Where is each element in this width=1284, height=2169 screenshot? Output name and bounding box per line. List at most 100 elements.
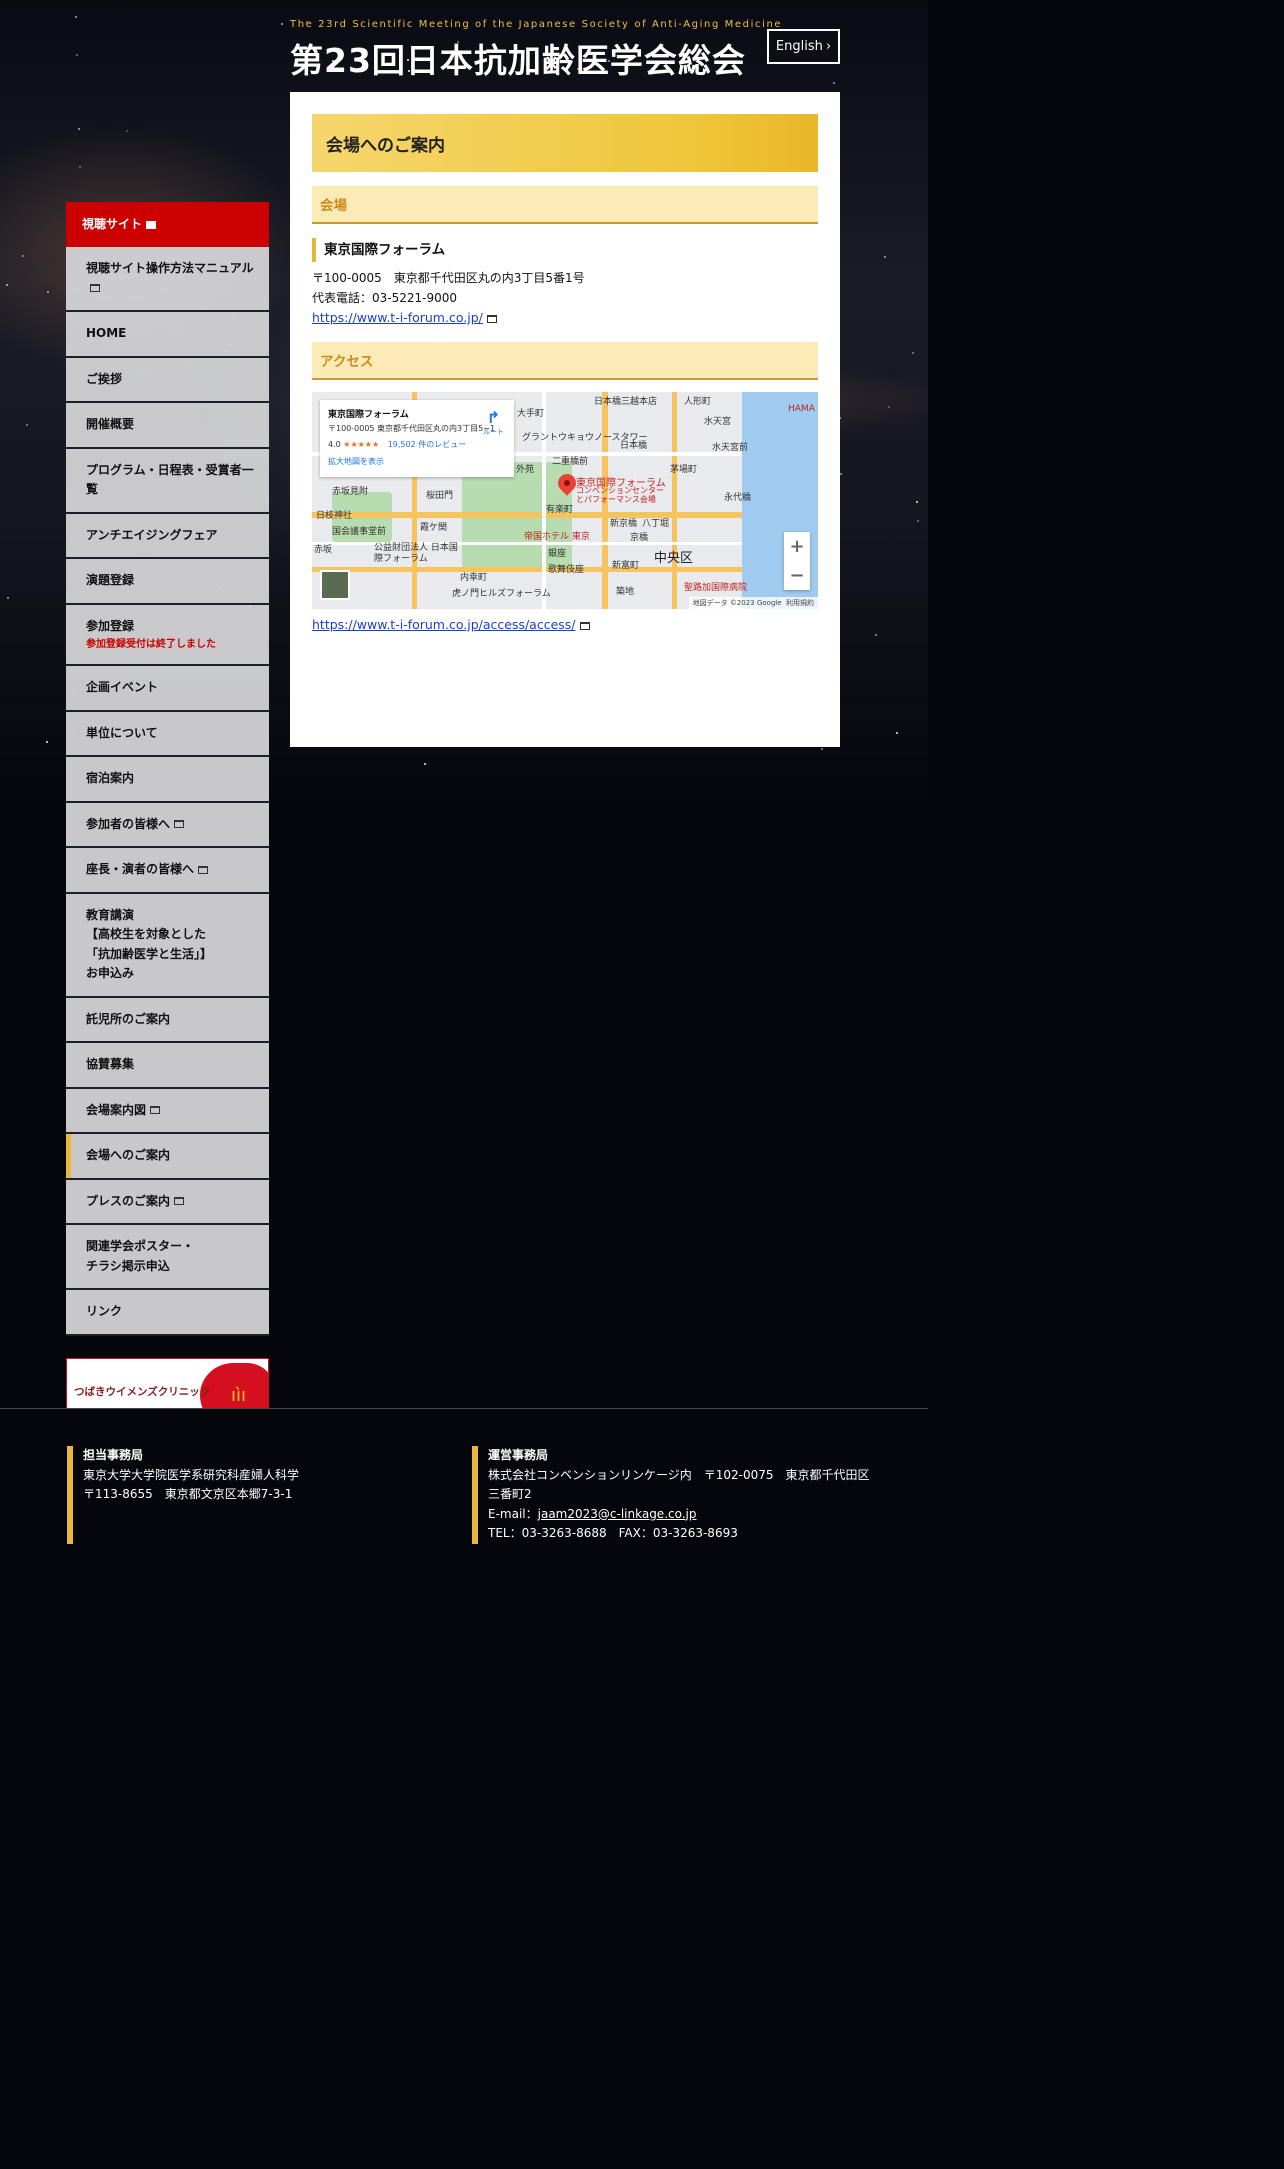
- map-terms-link[interactable]: 利用規約: [786, 598, 814, 608]
- map-label: 水天宮前: [712, 443, 749, 453]
- sidebar-item[interactable]: 参加登録 参加登録受付は終了しました: [66, 604, 269, 666]
- external-link-icon: [90, 284, 100, 292]
- map-card-reviews[interactable]: 19,502 件のレビュー: [388, 440, 467, 449]
- sidebar-item[interactable]: 関連学会ポスター・ チラシ掲示申込: [66, 1225, 269, 1290]
- star-dot: [840, 473, 842, 475]
- external-link-icon: [146, 220, 157, 229]
- rating-stars-icon: ★★★★★: [343, 440, 380, 449]
- sidebar-item[interactable]: 参加者の皆様へ: [66, 802, 269, 848]
- star-dot: [896, 732, 898, 734]
- star-dot: [26, 424, 28, 426]
- map-label: 新京橋: [610, 519, 638, 529]
- star-dot: [75, 16, 77, 18]
- star-dot: [833, 82, 835, 84]
- star-dot: [7, 597, 9, 599]
- sidebar-item[interactable]: 座長・演者の皆様へ: [66, 848, 269, 894]
- banner-text: つばきウイメンズクリニック: [74, 1386, 211, 1398]
- map-label: 外苑: [516, 465, 535, 475]
- star-dot: [917, 520, 919, 522]
- map-place-card: 東京国際フォーラム 〒100-0005 東京都千代田区丸の内3丁目5−1 4.0…: [320, 400, 514, 477]
- map-label: 赤坂: [314, 545, 333, 555]
- chevron-right-icon: ›: [825, 39, 832, 54]
- star-dot: [916, 501, 918, 503]
- directions-button[interactable]: ↱ ルート: [483, 408, 504, 437]
- sidebar-item-label: リンク: [86, 1304, 123, 1318]
- sidebar-item[interactable]: ご挨拶: [66, 357, 269, 403]
- star-dot: [78, 128, 80, 130]
- external-link-icon: [486, 314, 497, 323]
- access-url-link[interactable]: https://www.t-i-forum.co.jp/access/acces…: [312, 617, 576, 632]
- sidebar-item[interactable]: 会場案内図: [66, 1088, 269, 1134]
- map-label: 有楽町: [546, 505, 574, 515]
- footer-office-right: 運営事務局 株式会社コンベンションリンケージ内 〒102-0075 東京都千代田…: [472, 1446, 872, 1544]
- sidebar-item[interactable]: プレスのご案内: [66, 1179, 269, 1225]
- sidebar-item-label: 視聴サイト: [82, 216, 143, 231]
- sidebar-item[interactable]: リンク: [66, 1290, 269, 1336]
- sidebar-item-label: 教育講演 【高校生を対象とした 「抗加齢医学と生活」】 お申込み: [86, 907, 213, 981]
- map-label: 赤坂見附: [332, 487, 369, 497]
- sidebar-item-label: 会場へのご案内: [86, 1148, 171, 1162]
- sidebar-item[interactable]: 託児所のご案内: [66, 997, 269, 1043]
- site-title[interactable]: 第23回日本抗加齢医学会総会: [290, 34, 746, 82]
- zoom-out-button[interactable]: −: [789, 565, 804, 586]
- map-label: 内幸町: [460, 573, 488, 583]
- sidebar-item[interactable]: 協賛募集: [66, 1043, 269, 1089]
- sidebar-item[interactable]: 会場へのご案内: [66, 1134, 269, 1180]
- star-dot: [912, 352, 914, 354]
- sidebar-item[interactable]: 宿泊案内: [66, 757, 269, 803]
- star-dot: [79, 166, 81, 168]
- header-subtitle: The 23rd Scientific Meeting of the Japan…: [290, 19, 783, 30]
- sidebar-item-label: 参加登録: [86, 618, 135, 633]
- sidebar-item-label: 関連学会ポスター・ チラシ掲示申込: [86, 1239, 195, 1273]
- map-label: 聖路加国際病院: [684, 583, 748, 593]
- sidebar-item-label: 協賛募集: [86, 1057, 135, 1071]
- sidebar-item[interactable]: HOME: [66, 312, 269, 358]
- footer-right-heading: 運営事務局: [488, 1448, 549, 1462]
- sidebar-item-label: HOME: [86, 326, 127, 340]
- map-label: 二重橋前: [552, 457, 589, 467]
- sidebar-item-label: ご挨拶: [86, 371, 123, 386]
- venue-name: 東京国際フォーラム: [312, 238, 818, 262]
- sidebar-item[interactable]: 視聴サイト操作方法マニュアル: [66, 247, 269, 312]
- sidebar-item[interactable]: 企画イベント: [66, 666, 269, 712]
- map-label: 桜田門: [426, 491, 454, 501]
- sidebar-item-label: 単位について: [86, 725, 158, 740]
- map-label: 築地: [616, 587, 635, 597]
- footer-right-line2: 三番町2: [488, 1487, 532, 1502]
- map-label: 銀座: [548, 549, 567, 559]
- sidebar-item[interactable]: プログラム・日程表・受賞者一覧: [66, 448, 269, 514]
- footer-office-left: 担当事務局 東京大学大学院医学系研究科産婦人科学 〒113-8655 東京都文京…: [67, 1446, 407, 1544]
- map-label: 新富町: [612, 561, 640, 571]
- sidebar-item[interactable]: 教育講演 【高校生を対象とした 「抗加齢医学と生活」】 お申込み: [66, 893, 269, 998]
- directions-label: ルート: [483, 428, 504, 436]
- sidebar-item-label: アンチエイジングフェア: [86, 527, 218, 542]
- star-dot: [888, 406, 890, 408]
- map-label: 中央区: [654, 551, 694, 566]
- sidebar-item[interactable]: 開催概要: [66, 403, 269, 449]
- star-dot: [47, 291, 49, 293]
- google-map[interactable]: 日本橋三越本店 人形町 水天宮 大手町 グラントウキョウノースタワー 日本橋 水…: [312, 392, 818, 609]
- section-heading-access: アクセス: [312, 342, 818, 380]
- sidebar-item-live-site[interactable]: 視聴サイト: [66, 202, 269, 247]
- footer-email-link[interactable]: jaam2023@c-linkage.co.jp: [538, 1507, 697, 1521]
- sidebar-item[interactable]: アンチエイジングフェア: [66, 513, 269, 559]
- satellite-toggle[interactable]: [320, 570, 350, 600]
- map-label: 歌舞伎座: [548, 565, 585, 575]
- map-card-address: 〒100-0005 東京都千代田区丸の内3丁目5−1: [328, 424, 496, 433]
- sidebar-item-label: 参加者の皆様へ: [86, 816, 171, 831]
- larger-map-link[interactable]: 拡大地図を表示: [328, 456, 506, 467]
- sidebar-item[interactable]: 演題登録: [66, 559, 269, 605]
- star-dot: [126, 130, 128, 132]
- map-pin-sublabel: コンベンションセンター とパフォーマンス会場: [576, 486, 664, 504]
- zoom-in-button[interactable]: +: [789, 536, 804, 557]
- external-link-icon: [198, 865, 209, 874]
- footer-tel: TEL：03-3263-8688 FAX：03-3263-8693: [488, 1526, 738, 1541]
- venue-url-link[interactable]: https://www.t-i-forum.co.jp/: [312, 310, 483, 325]
- map-label: HAMA: [788, 404, 815, 414]
- english-button[interactable]: English ›: [767, 29, 840, 64]
- star-dot: [22, 255, 24, 257]
- sidebar-item[interactable]: 単位について: [66, 711, 269, 757]
- map-label: 永代橋: [724, 493, 752, 503]
- map-card-rating: 4.0: [328, 440, 341, 449]
- external-link-icon: [150, 1106, 161, 1114]
